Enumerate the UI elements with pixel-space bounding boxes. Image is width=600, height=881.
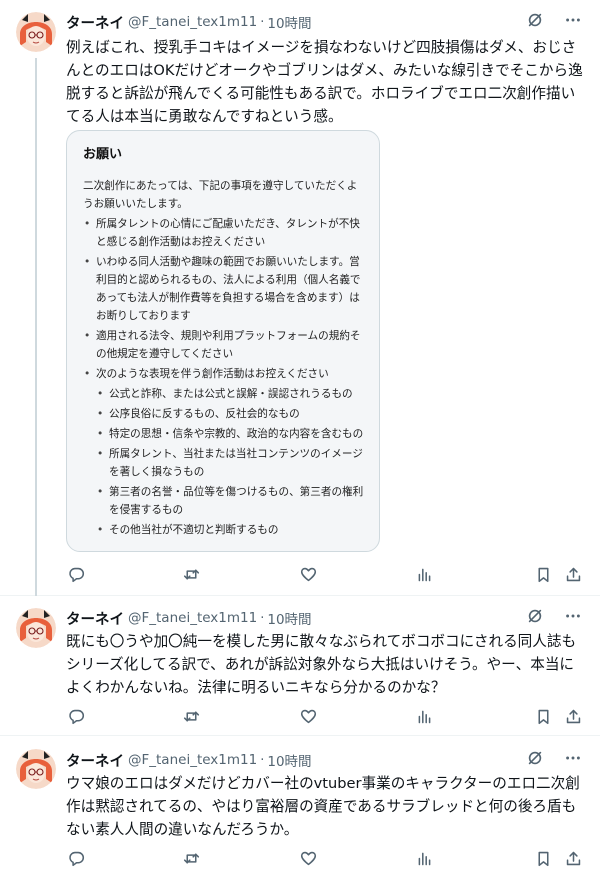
- tweet-text: 例えばこれ、授乳手コキはイメージを損なわないけど四肢損傷はダメ、おじさんとのエロ…: [66, 39, 583, 125]
- avatar[interactable]: [16, 12, 56, 52]
- like-icon[interactable]: [298, 706, 318, 726]
- separator-dot: ·: [260, 610, 265, 626]
- grok-icon[interactable]: [526, 749, 544, 771]
- tweet-text: ウマ娘のエロはダメだけどカバー社のvtuber事業のキャラクターのエロ二次創作は…: [66, 775, 580, 838]
- author-handle[interactable]: @F_tanei_tex1m11: [128, 14, 257, 30]
- grok-icon[interactable]: [526, 11, 544, 33]
- bookmark-icon[interactable]: [533, 564, 553, 584]
- card-sublist-item: 特定の思想・信条や宗教的、政治的な内容を含むもの: [96, 425, 369, 443]
- card-sublist: 公式と詐称、または公式と誤解・誤認されうるもの 公序良俗に反するもの、反社会的な…: [96, 385, 369, 539]
- card-sublist-item: 公序良俗に反するもの、反社会的なもの: [96, 405, 369, 423]
- like-icon[interactable]: [298, 564, 318, 584]
- tweet-2[interactable]: ターネイ @F_tanei_tex1m11 · 10時間 既にも〇うや加〇純一を…: [0, 596, 600, 736]
- more-options-icon[interactable]: [564, 749, 582, 771]
- retweet-icon[interactable]: [181, 848, 201, 868]
- separator-dot: ·: [260, 14, 265, 30]
- author-name[interactable]: ターネイ: [66, 750, 124, 771]
- author-name[interactable]: ターネイ: [66, 12, 124, 33]
- like-icon[interactable]: [298, 848, 318, 868]
- card-list-item: 適用される法令、規則や利用プラットフォームの規約その他規定を遵守してください: [83, 327, 369, 363]
- timestamp[interactable]: 10時間: [267, 608, 311, 628]
- action-bar: [66, 706, 588, 726]
- reply-icon[interactable]: [66, 564, 86, 584]
- avatar[interactable]: [16, 608, 56, 648]
- card-intro: 二次創作にあたっては、下記の事項を遵守していただくようお願いいたします。: [83, 180, 358, 210]
- card-list-item: 所属タレントの心情にご配慮いただき、タレントが不快と感じる創作活動はお控えくださ…: [83, 215, 369, 251]
- thread-line: [35, 58, 37, 596]
- tweet-1[interactable]: ターネイ @F_tanei_tex1m11 · 10時間 例えばこれ、授乳手コキ…: [0, 0, 600, 596]
- timestamp[interactable]: 10時間: [267, 12, 311, 32]
- action-bar: [66, 848, 588, 868]
- bookmark-icon[interactable]: [533, 706, 553, 726]
- retweet-icon[interactable]: [181, 706, 201, 726]
- more-options-icon[interactable]: [564, 607, 582, 629]
- avatar[interactable]: [16, 749, 56, 789]
- card-list-item: 次のような表現を伴う創作活動はお控えください 公式と詐称、または公式と誤解・誤認…: [83, 365, 369, 539]
- share-icon[interactable]: [563, 564, 583, 584]
- tweet-header: ターネイ @F_tanei_tex1m11 · 10時間: [66, 608, 588, 628]
- tweet-header: ターネイ @F_tanei_tex1m11 · 10時間: [66, 12, 588, 32]
- timestamp[interactable]: 10時間: [267, 750, 311, 770]
- attached-image-card[interactable]: お願い 二次創作にあたっては、下記の事項を遵守していただくようお願いいたします。…: [66, 130, 380, 552]
- author-handle[interactable]: @F_tanei_tex1m11: [128, 610, 257, 626]
- card-sublist-item: 第三者の名誉・品位等を傷つけるもの、第三者の権利を侵害するもの: [96, 483, 369, 519]
- grok-icon[interactable]: [526, 607, 544, 629]
- views-icon[interactable]: [414, 706, 434, 726]
- more-options-icon[interactable]: [564, 11, 582, 33]
- card-sublist-item: 所属タレント、当社または当社コンテンツのイメージを著しく損なうもの: [96, 445, 369, 481]
- share-icon[interactable]: [563, 706, 583, 726]
- author-handle[interactable]: @F_tanei_tex1m11: [128, 752, 257, 768]
- action-bar: [66, 564, 588, 584]
- tweet-text: 既にも〇うや加〇純一を模した男に散々なぶられてボコボコにされる同人誌もシリーズ化…: [66, 633, 577, 696]
- tweet-header: ターネイ @F_tanei_tex1m11 · 10時間: [66, 750, 588, 770]
- card-sublist-item: その他当社が不適切と判断するもの: [96, 521, 369, 539]
- reply-icon[interactable]: [66, 848, 86, 868]
- retweet-icon[interactable]: [181, 564, 201, 584]
- card-list: 所属タレントの心情にご配慮いただき、タレントが不快と感じる創作活動はお控えくださ…: [83, 215, 369, 541]
- views-icon[interactable]: [414, 848, 434, 868]
- views-icon[interactable]: [414, 564, 434, 584]
- share-icon[interactable]: [563, 848, 583, 868]
- author-name[interactable]: ターネイ: [66, 608, 124, 629]
- separator-dot: ·: [260, 752, 265, 768]
- card-sublist-item: 公式と詐称、または公式と誤解・誤認されうるもの: [96, 385, 369, 403]
- card-list-item: いわゆる同人活動や趣味の範囲でお願いいたします。営利目的と認められるもの、法人に…: [83, 253, 369, 325]
- tweet-3[interactable]: ターネイ @F_tanei_tex1m11 · 10時間 ウマ娘のエロはダメだけ…: [0, 736, 600, 881]
- card-title: お願い: [83, 147, 123, 162]
- reply-icon[interactable]: [66, 706, 86, 726]
- bookmark-icon[interactable]: [533, 848, 553, 868]
- card-list-item-text: 次のような表現を伴う創作活動はお控えください: [96, 368, 329, 380]
